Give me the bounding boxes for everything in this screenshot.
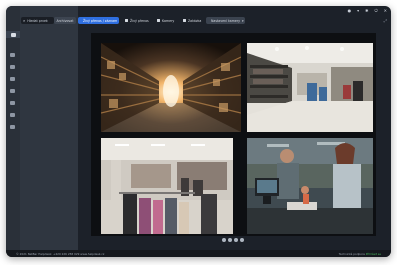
grid-icon[interactable] <box>9 64 16 69</box>
tab-cameras[interactable]: Kamery <box>154 17 178 24</box>
login-link[interactable]: Přihlásit se <box>366 252 381 256</box>
tab-order[interactable]: Zakázka <box>180 17 205 24</box>
settings-icon[interactable]: ✱ <box>365 9 368 13</box>
tab-label: Nastavení kamery <box>211 18 240 23</box>
zoom-icon[interactable] <box>234 238 238 242</box>
camera-feed-warehouse[interactable] <box>101 43 241 132</box>
tab-bar: Živý přenos / záznam Živý přenos Kamery … <box>78 17 391 26</box>
user-icon[interactable]: ● <box>348 9 352 13</box>
list-icon[interactable] <box>9 76 16 81</box>
search-placeholder: Hledat prvek <box>27 18 48 23</box>
tab-label: Zakázka <box>188 18 202 23</box>
tab-label: Živý přenos / záznam <box>83 18 118 23</box>
layout-icon[interactable] <box>240 238 244 242</box>
user-icon[interactable] <box>9 112 16 117</box>
alert-icon[interactable] <box>9 100 16 105</box>
close-icon[interactable]: ✕ <box>384 9 387 13</box>
camera-feed-clothing-store[interactable] <box>247 43 373 132</box>
search-field[interactable]: ⌕ Hledat prvek <box>21 17 54 24</box>
record-icon[interactable] <box>228 238 232 242</box>
snapshot-icon[interactable] <box>222 238 226 242</box>
camera-icon <box>157 19 160 22</box>
tab-label: Živý přenos <box>130 18 149 23</box>
camera-feed-mall-store[interactable] <box>101 138 233 234</box>
tab-live[interactable]: Živý přenos <box>122 17 152 24</box>
folder-icon[interactable] <box>9 52 16 57</box>
camera-icon[interactable] <box>6 31 20 38</box>
archive-button[interactable]: Archivovat <box>54 17 76 24</box>
status-right-prefix: Technická podpora <box>338 251 365 256</box>
chevron-down-icon: ▾ <box>241 18 244 23</box>
left-panel <box>20 6 78 250</box>
tab-camera-settings[interactable]: Nastavení kamery ▾ <box>206 17 245 24</box>
exit-icon[interactable] <box>9 124 16 129</box>
header-controls: ● ▾ ✱ ⏻ ✕ <box>348 9 387 13</box>
power-icon[interactable]: ⏻ <box>374 9 377 13</box>
camera-feed-checkout[interactable] <box>247 138 373 234</box>
app-window: ⌕ Hledat prvek Archivovat Živý přenos / … <box>6 6 391 257</box>
tab-live-record[interactable]: Živý přenos / záznam <box>78 17 119 24</box>
status-right: Technická podpora Přihlásit se <box>339 252 381 256</box>
search-icon: ⌕ <box>23 18 26 23</box>
playback-controls <box>222 238 244 242</box>
doc-icon <box>183 19 186 22</box>
clock-icon[interactable] <box>9 88 16 93</box>
video-icon <box>125 19 128 22</box>
tab-label: Kamery <box>162 18 175 23</box>
download-icon[interactable]: ▾ <box>357 9 359 13</box>
status-bar: © 2021 NetBar Helpdesk: +420 226 258 029… <box>6 250 391 257</box>
expand-icon[interactable]: ⤢ <box>384 18 387 23</box>
icon-sidebar <box>6 6 20 250</box>
status-left: © 2021 NetBar Helpdesk: +420 226 258 029… <box>16 251 105 256</box>
